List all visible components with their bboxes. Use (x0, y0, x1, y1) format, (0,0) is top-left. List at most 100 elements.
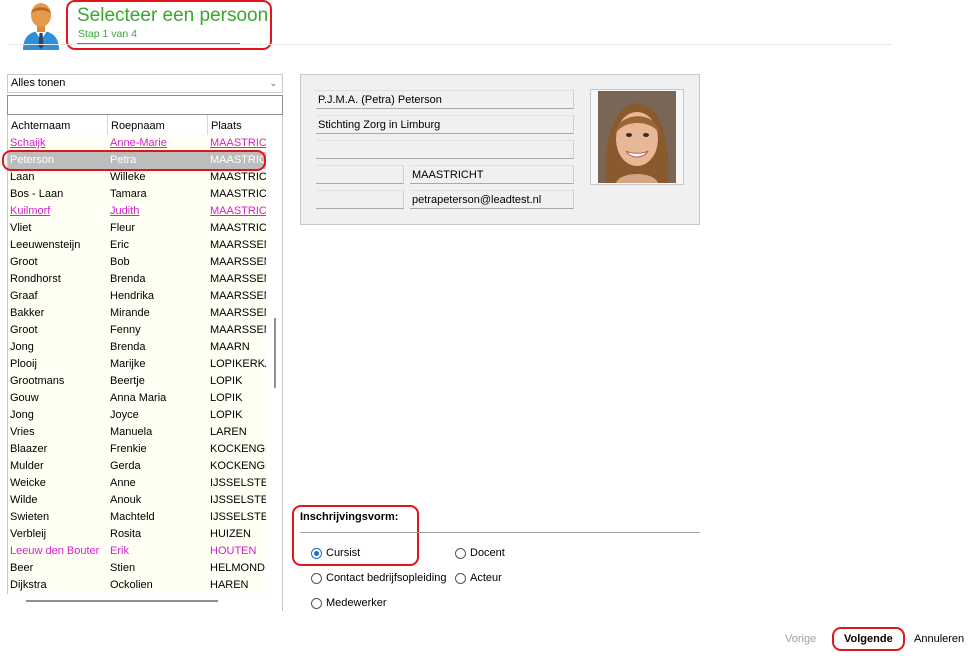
cell-achternaam: Bakker (10, 307, 45, 319)
table-row[interactable]: Laan Willeke MAASTRICHT (8, 169, 266, 186)
radio-acteur[interactable] (455, 573, 466, 584)
cell-roepnaam: Rosita (110, 528, 142, 540)
cell-achternaam: Leeuwensteijn (10, 239, 81, 251)
table-row[interactable]: Grootmans Beertje LOPIK (8, 373, 266, 390)
cell-plaats: KOCKENGEN (210, 460, 266, 472)
table-row[interactable]: Groot Bob MAARSSENBROEK (8, 254, 266, 271)
radio-label-acteur[interactable]: Acteur (470, 572, 502, 585)
cell-plaats: MAASTRICHT (210, 188, 266, 200)
cell-achternaam: Blaazer (10, 443, 48, 455)
cell-roepnaam: Hendrika (110, 290, 155, 302)
filter-dropdown[interactable]: Alles tonen ⌄ (7, 74, 283, 93)
table-row[interactable]: Blaazer Frenkie KOCKENGEN (8, 441, 266, 458)
cell-achternaam: Gouw (10, 392, 39, 404)
city-field: MAASTRICHT (410, 165, 574, 184)
radio-label-contact-bedrijfsopleiding[interactable]: Contact bedrijfsopleiding (326, 572, 446, 585)
cell-plaats: LOPIKERKAPEL (210, 358, 266, 370)
cell-roepnaam: Bob (110, 256, 130, 268)
table-row[interactable]: Gouw Anna Maria LOPIK (8, 390, 266, 407)
table-row[interactable]: Rondhorst Brenda MAARSSENBROEK (8, 271, 266, 288)
cell-roepnaam: Fleur (110, 222, 136, 234)
table-row[interactable]: Jong Joyce LOPIK (8, 407, 266, 424)
cell-roepnaam: Gerda (110, 460, 141, 472)
email-field: petrapeterson@leadtest.nl (410, 190, 574, 209)
radio-medewerker[interactable] (311, 598, 322, 609)
cell-achternaam: Grootmans (10, 375, 65, 387)
search-input[interactable] (7, 95, 283, 115)
cell-achternaam: Dijkstra (10, 579, 47, 591)
cell-plaats: MAARSSEN (210, 324, 266, 336)
user-avatar-icon (19, 2, 63, 50)
vertical-scroll-thumb[interactable] (274, 318, 276, 388)
next-button[interactable]: Volgende (844, 633, 893, 645)
column-header-achternaam[interactable]: Achternaam (8, 115, 108, 135)
cell-achternaam: Beer (10, 562, 34, 574)
table-row[interactable]: Dijkstra Ockolien HAREN (8, 577, 266, 594)
radio-docent[interactable] (455, 548, 466, 559)
table-row[interactable]: Weicke Anne IJSSELSTEIN (8, 475, 266, 492)
address-field (316, 140, 574, 159)
table-row[interactable]: Plooij Marijke LOPIKERKAPEL (8, 356, 266, 373)
table-row[interactable]: Swieten Machteld IJSSELSTEIN (8, 509, 266, 526)
step-indicator: Stap 1 van 4 (78, 28, 137, 40)
column-header-plaats[interactable]: Plaats (208, 115, 266, 135)
table-row[interactable]: Verbleij Rosita HUIZEN (8, 526, 266, 543)
cell-roepnaam: Frenkie (110, 443, 147, 455)
cell-achternaam: Jong (10, 409, 34, 421)
table-row[interactable]: Jong Brenda MAARN (8, 339, 266, 356)
cancel-button[interactable]: Annuleren (914, 633, 964, 645)
cell-roepnaam: Marijke (110, 358, 146, 370)
cell-roepnaam: Machteld (110, 511, 155, 523)
table-row[interactable]: Bos - Laan Tamara MAASTRICHT (8, 186, 266, 203)
column-header-roepnaam[interactable]: Roepnaam (108, 115, 208, 135)
cell-plaats: MAARSSENBROEK (210, 256, 266, 268)
table-row[interactable]: Vliet Fleur MAASTRICHT (8, 220, 266, 237)
cell-plaats: MAARSSENBROEK (210, 290, 266, 302)
cell-achternaam: Laan (10, 171, 35, 183)
cell-achternaam: Rondhorst (10, 273, 61, 285)
cell-achternaam: Jong (10, 341, 34, 353)
table-row[interactable]: Bakker Mirande MAARSSEN (8, 305, 266, 322)
phone-field (316, 190, 404, 209)
cell-achternaam: Mulder (10, 460, 44, 472)
cell-achternaam: Verbleij (10, 528, 47, 540)
radio-label-cursist[interactable]: Cursist (326, 547, 360, 560)
chevron-down-icon[interactable]: ⌄ (269, 75, 277, 92)
person-list[interactable]: Achternaam Roepnaam Plaats Schaijk Anne-M… (7, 115, 266, 611)
radio-label-medewerker[interactable]: Medewerker (326, 597, 387, 610)
table-row[interactable]: Groot Fenny MAARSSEN (8, 322, 266, 339)
table-row[interactable]: Beer Stien HELMOND (8, 560, 266, 577)
cell-achternaam: Leeuw den Bouter (10, 545, 100, 557)
table-row[interactable]: Graaf Hendrika MAARSSENBROEK (8, 288, 266, 305)
cell-plaats: HELMOND (210, 562, 266, 574)
cell-roepnaam: Anna Maria (110, 392, 167, 404)
filter-dropdown-value: Alles tonen (11, 77, 66, 89)
table-row[interactable]: Kuilmorf Judith MAASTRICHT (8, 203, 266, 220)
cell-plaats: KOCKENGEN (210, 443, 266, 455)
cell-roepnaam: Manuela (110, 426, 153, 438)
table-row[interactable]: Leeuwensteijn Eric MAARSSENBROEK (8, 237, 266, 254)
radio-contact-bedrijfsopleiding[interactable] (311, 573, 322, 584)
previous-button[interactable]: Vorige (785, 633, 816, 645)
cell-achternaam: Plooij (10, 358, 37, 370)
selected-row-highlight (2, 150, 266, 171)
table-row[interactable]: Leeuw den Bouter Erik HOUTEN (8, 543, 266, 560)
cell-plaats: MAARSSEN (210, 307, 266, 319)
list-header: Achternaam Roepnaam Plaats (8, 115, 266, 135)
table-row[interactable]: Wilde Anouk IJSSELSTEIN (8, 492, 266, 509)
horizontal-scroll-thumb[interactable] (26, 600, 218, 602)
cell-roepnaam: Eric (110, 239, 129, 251)
cell-plaats: MAARSSENBROEK (210, 273, 266, 285)
registration-title: Inschrijvingsvorm: (300, 511, 399, 523)
cell-roepnaam: Fenny (110, 324, 141, 336)
radio-cursist[interactable] (311, 548, 322, 559)
table-row[interactable]: Vries Manuela LAREN (8, 424, 266, 441)
cell-plaats: HUIZEN (210, 528, 251, 540)
radio-label-docent[interactable]: Docent (470, 547, 505, 560)
header-divider (8, 44, 892, 45)
cell-achternaam: Groot (10, 256, 38, 268)
table-row[interactable]: Mulder Gerda KOCKENGEN (8, 458, 266, 475)
horizontal-scrollbar[interactable] (7, 594, 266, 611)
registration-divider (300, 532, 700, 533)
cell-plaats: MAARN (210, 341, 250, 353)
